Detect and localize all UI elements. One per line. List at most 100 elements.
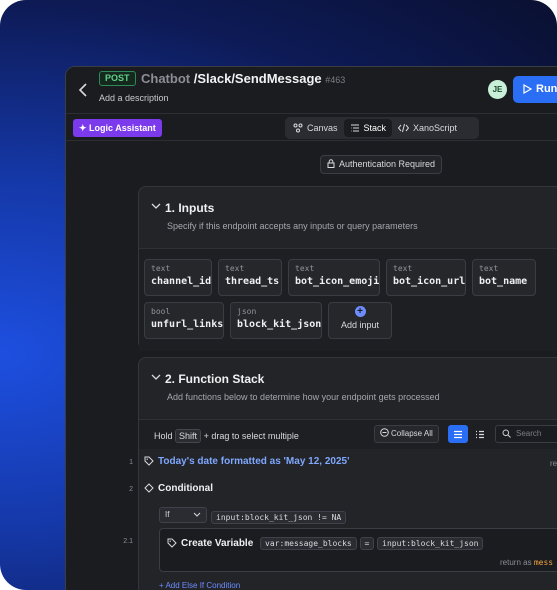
- input-bot-icon-url[interactable]: text bot_icon_url: [386, 259, 466, 296]
- chevron-down-icon: [193, 512, 201, 517]
- diamond-icon: [144, 483, 154, 493]
- search-icon: [502, 429, 511, 438]
- view-tabs: Canvas Stack XanoScript: [285, 117, 479, 139]
- input-type: text: [295, 264, 315, 273]
- tag-icon: [144, 456, 154, 466]
- endpoint-header: POST Chatbot /Slack/SendMessage #463 Add…: [66, 67, 557, 114]
- row-number: 2.1: [123, 538, 133, 545]
- create-variable-row: Create Variable var:message_blocks = inp…: [167, 537, 484, 550]
- input-type: text: [225, 264, 245, 273]
- step-label: Conditional: [158, 483, 213, 494]
- compact-list-icon: [476, 430, 484, 438]
- row-number: 1: [129, 459, 133, 466]
- stack-title: 2. Function Stack: [165, 372, 265, 386]
- input-type: text: [479, 264, 499, 273]
- drag-hint: + drag to select multiple: [203, 431, 299, 441]
- return-variable: mess: [533, 558, 554, 567]
- step-label: Create Variable: [181, 538, 254, 549]
- row-number: 2: [129, 486, 133, 493]
- inputs-body: text channel_id text thread_ts text bot_ico…: [139, 248, 557, 351]
- hold-label: Hold: [154, 431, 173, 441]
- collapse-all-button[interactable]: Collapse All: [374, 425, 439, 443]
- input-thread-ts[interactable]: text thread_ts: [218, 259, 282, 296]
- input-type: text: [151, 264, 171, 273]
- return-as-text: return as: [500, 558, 532, 567]
- add-else-if-button[interactable]: + Add Else If Condition: [159, 581, 240, 590]
- list-view-button[interactable]: [448, 425, 468, 443]
- plus-icon: +: [354, 306, 366, 317]
- input-name: unfurl_links: [151, 319, 224, 330]
- input-name: bot_icon_emoji: [295, 276, 380, 287]
- tab-stack-label: Stack: [363, 123, 387, 133]
- stack-subtitle: Add functions below to determine how you…: [167, 392, 440, 402]
- tab-canvas[interactable]: Canvas: [287, 119, 344, 137]
- endpoint-path: /Slack/SendMessage: [193, 71, 322, 86]
- api-group-crumb[interactable]: Chatbot: [141, 71, 190, 86]
- input-type: json: [237, 307, 257, 316]
- variable-value-chip: input:block_kit_json: [377, 537, 484, 550]
- input-channel-id[interactable]: text channel_id: [144, 259, 212, 296]
- canvas-icon: [293, 123, 303, 133]
- method-badge: POST: [99, 71, 136, 86]
- inputs-panel: 1. Inputs Specify if this endpoint accep…: [138, 186, 557, 351]
- equals-chip: =: [359, 537, 375, 550]
- tab-xanoscript[interactable]: XanoScript: [392, 119, 463, 137]
- input-type: bool: [151, 307, 171, 316]
- input-name: channel_id: [151, 276, 212, 287]
- multi-select-hint: Hold Shift + drag to select multiple: [154, 429, 299, 443]
- endpoint-title: Chatbot /Slack/SendMessage #463: [141, 71, 345, 86]
- stack-icon: [350, 124, 359, 132]
- collapse-icon: [380, 428, 389, 437]
- back-arrow-icon[interactable]: [77, 81, 91, 99]
- stack-search-input[interactable]: Search: [495, 425, 557, 443]
- inputs-title: 1. Inputs: [165, 201, 215, 215]
- logic-assistant-button[interactable]: ✦ Logic Assistant: [73, 119, 162, 137]
- create-variable-step[interactable]: Create Variable var:message_blocks = inp…: [159, 528, 557, 572]
- input-block-kit-json[interactable]: json block_kit_json: [230, 302, 322, 339]
- return-cut-text: re: [550, 459, 557, 468]
- editor-window: POST Chatbot /Slack/SendMessage #463 Add…: [65, 66, 557, 590]
- inputs-subtitle: Specify if this endpoint accepts any inp…: [167, 221, 418, 231]
- run-button[interactable]: Run: [513, 76, 557, 103]
- run-label: Run: [536, 83, 557, 95]
- input-type: text: [393, 264, 413, 273]
- lock-icon: [327, 159, 335, 168]
- tab-canvas-label: Canvas: [307, 123, 338, 133]
- code-icon: [398, 123, 410, 133]
- input-name: bot_icon_url: [393, 276, 466, 287]
- input-unfurl-links[interactable]: bool unfurl_links: [144, 302, 224, 339]
- conditional-step[interactable]: Conditional: [144, 483, 213, 494]
- return-as-label: return as mess: [500, 558, 553, 567]
- if-label: If: [165, 510, 170, 519]
- stack-toolbar-area: Hold Shift + drag to select multiple Col…: [139, 419, 557, 449]
- play-icon: [523, 83, 533, 95]
- add-input-label: Add input: [340, 320, 380, 330]
- compact-view-button[interactable]: [470, 425, 490, 443]
- collapse-all-label: Collapse All: [391, 429, 433, 438]
- variable-name-chip: var:message_blocks: [260, 537, 357, 550]
- input-name: block_kit_json: [237, 319, 322, 330]
- list-icon: [454, 430, 462, 438]
- chevron-down-icon[interactable]: [151, 202, 161, 210]
- description-link[interactable]: Add a description: [99, 93, 169, 103]
- editor-toolbar: ✦ Logic Assistant Canvas Stack XanoScrip…: [66, 115, 557, 141]
- chevron-down-icon[interactable]: [151, 373, 161, 381]
- avatar[interactable]: JE: [488, 80, 507, 99]
- tab-stack[interactable]: Stack: [343, 119, 393, 137]
- authentication-chip[interactable]: Authentication Required: [320, 155, 443, 174]
- tab-xanoscript-label: XanoScript: [413, 123, 458, 133]
- condition-operator-select[interactable]: If: [159, 507, 207, 523]
- input-name: bot_name: [479, 276, 528, 287]
- stack-toolbar: Hold Shift + drag to select multiple Col…: [139, 420, 557, 448]
- logic-assistant-label: Logic Assistant: [89, 123, 156, 133]
- shift-key: Shift: [175, 429, 202, 443]
- input-bot-name[interactable]: text bot_name: [472, 259, 536, 296]
- endpoint-id: #463: [325, 75, 346, 85]
- date-format-step[interactable]: Today's date formatted as 'May 12, 2025': [144, 456, 349, 467]
- input-bot-icon-emoji[interactable]: text bot_icon_emoji: [288, 259, 380, 296]
- add-input-button[interactable]: + Add input: [328, 302, 392, 339]
- condition-chip: input:block_kit_json != NA: [211, 511, 347, 524]
- condition-expression[interactable]: input:block_kit_json != NA: [211, 507, 347, 525]
- step-label: Today's date formatted as 'May 12, 2025': [158, 456, 350, 467]
- tag-icon: [167, 538, 177, 548]
